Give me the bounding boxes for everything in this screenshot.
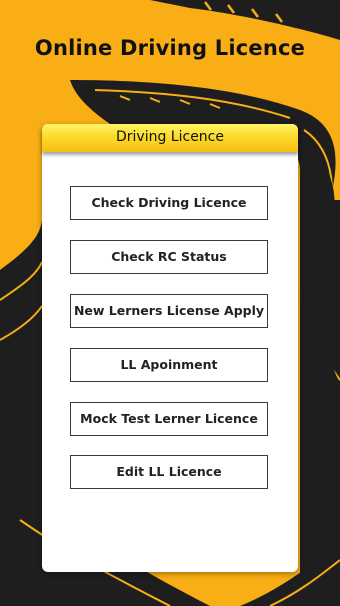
page-title: Online Driving Licence <box>34 36 306 60</box>
check-driving-licence-button[interactable]: Check Driving Licence <box>70 186 268 220</box>
ll-appointment-button[interactable]: LL Apoinment <box>70 348 268 382</box>
new-learners-license-apply-button[interactable]: New Lerners License Apply <box>70 294 268 328</box>
menu-card: Driving Licence Check Driving Licence Ch… <box>42 124 298 572</box>
mock-test-learner-licence-button[interactable]: Mock Test Lerner Licence <box>70 402 268 436</box>
check-rc-status-button[interactable]: Check RC Status <box>70 240 268 274</box>
edit-ll-licence-button[interactable]: Edit LL Licence <box>70 455 268 489</box>
card-title: Driving Licence <box>42 124 298 152</box>
